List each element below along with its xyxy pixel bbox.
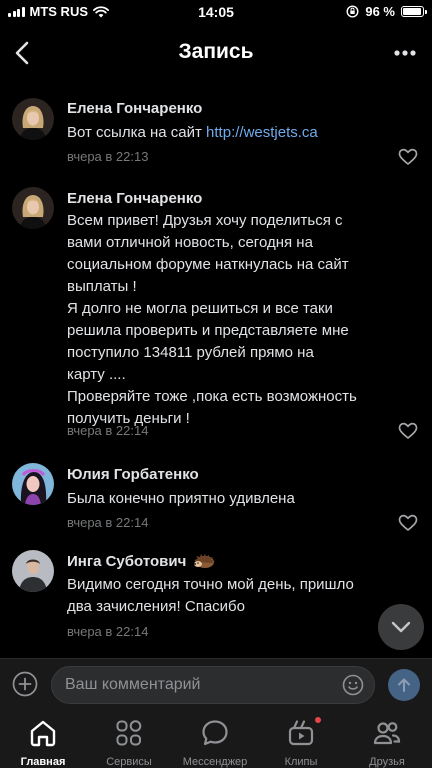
comment-item: Инга Суботович Видимо сегодня точно мой … — [0, 548, 432, 648]
comment-line: социальном форуме наткнулась на сайт — [67, 256, 349, 273]
arrow-up-icon — [398, 678, 410, 692]
tab-clips[interactable]: Клипы — [258, 716, 344, 768]
comment-line: решила проверить и представляете мне — [67, 322, 349, 339]
comment-author[interactable]: Елена Гончаренко — [67, 100, 202, 117]
status-bar: MTS RUS 14:05 96 % — [0, 0, 432, 26]
comment-line: Видимо сегодня точно мой день, пришло — [67, 576, 354, 593]
comment-line: вами отличной новость, сегодня на — [67, 234, 313, 251]
tab-friends[interactable]: Друзья — [344, 716, 430, 768]
comment-line: карту .... — [67, 366, 126, 383]
notification-badge — [314, 716, 322, 724]
comment-line: два зачисления! Спасибо — [67, 598, 245, 615]
tab-messenger[interactable]: Мессенджер — [172, 716, 258, 768]
comment-text: Всем привет! Друзья хочу поделиться с ва… — [67, 210, 417, 430]
tab-label: Друзья — [369, 756, 405, 768]
comment-text: Видимо сегодня точно мой день, пришло дв… — [67, 574, 417, 618]
comment-author[interactable]: Юлия Горбатенко — [67, 466, 199, 483]
comments-list: Елена Гончаренко Вот ссылка на сайт http… — [0, 78, 432, 656]
comment-line: Я долго не могла решиться и все таки — [67, 300, 333, 317]
more-horizontal-icon[interactable] — [390, 40, 420, 66]
heart-icon[interactable] — [398, 514, 418, 532]
heart-icon[interactable] — [398, 148, 418, 166]
heart-icon[interactable] — [398, 422, 418, 440]
comment-line: поступило 134811 рублей прямо на — [67, 344, 314, 361]
avatar[interactable] — [12, 187, 54, 229]
comment-line: Всем привет! Друзья хочу поделиться с — [67, 212, 343, 229]
avatar-image — [12, 463, 54, 505]
comment-link[interactable]: http://westjets.ca — [206, 124, 318, 141]
hedgehog-sticker-icon — [194, 554, 216, 568]
comment-text: Была конечно приятно удивлена — [67, 490, 295, 507]
comment-input[interactable] — [65, 667, 335, 703]
comment-item: Юлия Горбатенко Была конечно приятно уди… — [0, 461, 432, 541]
battery-fill — [403, 8, 422, 15]
emoji-smile-icon[interactable] — [342, 674, 364, 696]
tab-label: Главная — [20, 756, 66, 768]
comment-composer — [0, 658, 432, 710]
battery-icon — [401, 6, 427, 17]
comment-timestamp: вчера в 22:13 — [67, 149, 149, 164]
comment-timestamp: вчера в 22:14 — [67, 624, 149, 639]
comment-line: Проверяйте тоже ,пока есть возможность — [67, 388, 357, 405]
comment-author[interactable]: Елена Гончаренко — [67, 190, 202, 207]
services-grid-icon — [116, 720, 142, 746]
tab-label: Сервисы — [106, 756, 152, 768]
comment-timestamp: вчера в 22:14 — [67, 515, 149, 530]
battery-percent: 96 % — [365, 4, 395, 19]
comment-text-prefix: Вот ссылка на сайт — [67, 124, 207, 141]
comment-item: Елена Гончаренко Вот ссылка на сайт http… — [0, 96, 432, 176]
avatar[interactable] — [12, 463, 54, 505]
tab-services[interactable]: Сервисы — [86, 716, 172, 768]
friends-icon — [373, 722, 401, 745]
comment-author[interactable]: Инга Суботович — [67, 553, 216, 570]
add-attachment-icon[interactable] — [12, 671, 38, 697]
tab-label: Клипы — [284, 756, 318, 768]
messenger-bubble-icon — [202, 720, 228, 746]
chevron-down-icon — [391, 621, 411, 633]
clips-icon — [288, 720, 314, 746]
avatar-image — [12, 98, 54, 140]
comment-field[interactable] — [51, 666, 375, 704]
tab-home[interactable]: Главная — [0, 716, 86, 768]
tab-label: Мессенджер — [182, 756, 248, 768]
avatar[interactable] — [12, 550, 54, 592]
scroll-down-button[interactable] — [378, 604, 424, 650]
home-icon — [30, 720, 56, 747]
comment-text: Вот ссылка на сайт http://westjets.ca — [67, 122, 417, 144]
comment-line: выплаты ! — [67, 278, 137, 295]
avatar-image — [12, 550, 54, 592]
send-button[interactable] — [388, 669, 420, 701]
orientation-lock-icon — [346, 5, 359, 18]
avatar[interactable] — [12, 98, 54, 140]
avatar-image — [12, 187, 54, 229]
top-bar: Запись — [0, 28, 432, 78]
page-title: Запись — [178, 40, 254, 63]
comment-item: Елена Гончаренко Всем привет! Друзья хоч… — [0, 185, 432, 447]
comment-timestamp: вчера в 22:14 — [67, 423, 149, 438]
tab-bar: Главная Сервисы Мессенджер Клипы Друзья — [0, 710, 432, 768]
